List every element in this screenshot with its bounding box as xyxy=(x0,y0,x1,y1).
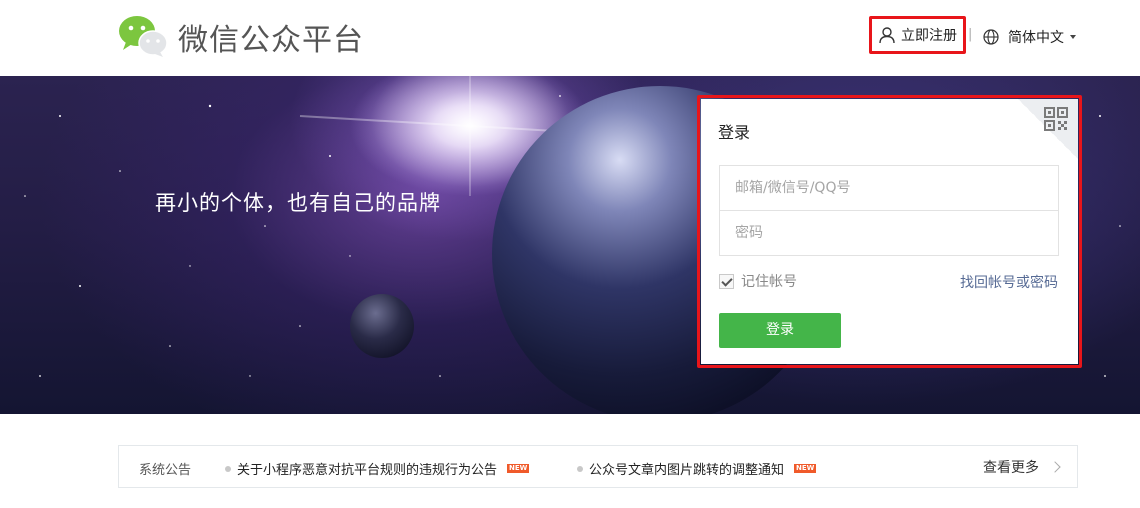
caret-down-icon xyxy=(1070,35,1076,39)
password-input[interactable] xyxy=(719,210,1059,256)
register-button[interactable]: 立即注册 xyxy=(869,16,966,54)
chevron-right-icon xyxy=(1049,461,1061,473)
announcement-text: 公众号文章内图片跳转的调整通知 xyxy=(589,463,785,478)
new-badge: NEW xyxy=(507,464,530,473)
qr-code-icon[interactable] xyxy=(1044,107,1068,131)
banner-slogan: 再小的个体，也有自己的品牌 xyxy=(155,191,441,215)
brand-title: 微信公众平台 xyxy=(178,23,364,58)
bullet-icon xyxy=(225,465,231,472)
remember-account-checkbox[interactable]: 记住帐号 xyxy=(719,271,797,291)
language-selector[interactable]: 简体中文 xyxy=(983,27,1076,47)
login-panel: 登录 记住帐号 找回帐号或密码 登录 xyxy=(701,99,1078,364)
remember-account-label: 记住帐号 xyxy=(741,274,797,290)
announcement-item[interactable]: 公众号文章内图片跳转的调整通知 NEW xyxy=(577,459,817,478)
login-title: 登录 xyxy=(718,123,751,142)
bullet-icon xyxy=(577,465,583,472)
globe-icon xyxy=(983,29,999,45)
announcement-text: 关于小程序恶意对抗平台规则的违规行为公告 xyxy=(237,463,498,478)
view-more-label: 查看更多 xyxy=(983,460,1039,476)
view-more-link[interactable]: 查看更多 xyxy=(983,457,1061,477)
register-label: 立即注册 xyxy=(901,28,957,44)
header-divider: | xyxy=(968,27,973,42)
login-button[interactable]: 登录 xyxy=(719,313,841,348)
forgot-password-link[interactable]: 找回帐号或密码 xyxy=(960,272,1058,292)
wechat-logo-icon[interactable] xyxy=(118,14,168,58)
new-badge: NEW xyxy=(794,464,817,473)
announcement-title: 系统公告 xyxy=(139,463,192,478)
announcement-item[interactable]: 关于小程序恶意对抗平台规则的违规行为公告 NEW xyxy=(225,459,530,478)
top-header: 微信公众平台 立即注册 | 简体中文 xyxy=(0,0,1140,76)
user-icon xyxy=(879,27,895,44)
language-label: 简体中文 xyxy=(1008,30,1064,46)
announcement-bar: 系统公告 关于小程序恶意对抗平台规则的违规行为公告 NEW 公众号文章内图片跳转… xyxy=(118,445,1078,488)
checkbox-checked-icon xyxy=(719,273,734,289)
account-input[interactable] xyxy=(719,165,1059,211)
login-panel-highlight: 登录 记住帐号 找回帐号或密码 登录 xyxy=(697,95,1082,368)
